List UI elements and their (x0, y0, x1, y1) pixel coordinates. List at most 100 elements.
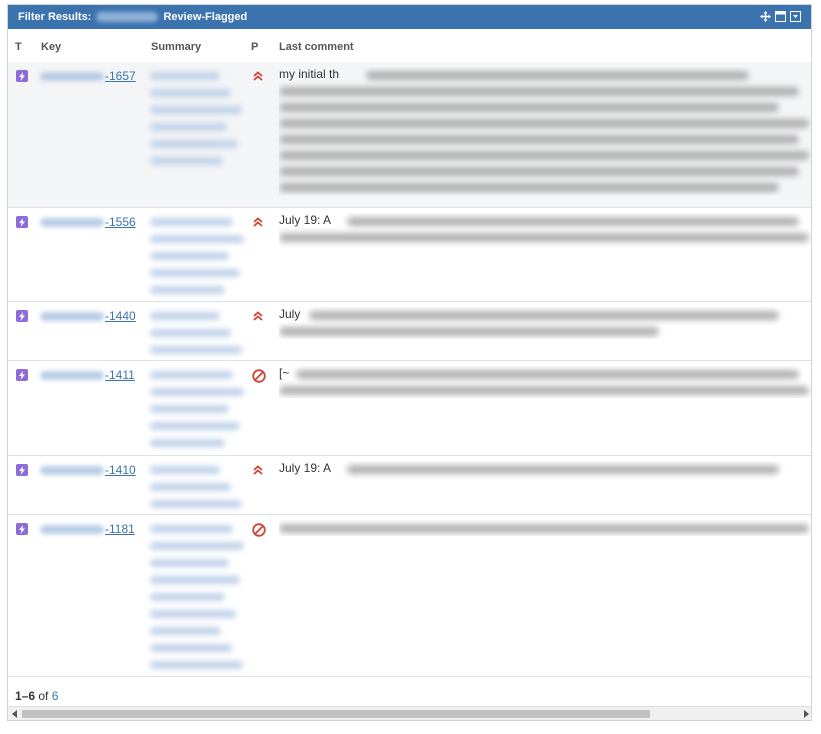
redacted-summary-line (150, 157, 223, 165)
redacted-comment-text (279, 386, 809, 395)
table-row[interactable]: -1556 July 19: A (8, 208, 811, 303)
issue-type-icon (16, 523, 28, 535)
last-comment (279, 520, 811, 536)
redacted-project-key (40, 218, 104, 228)
priority-high-icon (252, 310, 264, 322)
redacted-comment-text (308, 311, 779, 320)
issue-key-link[interactable]: -1657 (40, 69, 136, 83)
priority-blocker-icon (252, 523, 266, 537)
redacted-summary-line (150, 123, 227, 131)
redacted-summary-line (150, 346, 242, 354)
redacted-comment-text (279, 167, 799, 176)
col-type[interactable]: T (15, 41, 22, 53)
redacted-summary-line (150, 627, 221, 635)
issue-key-link[interactable]: -1410 (40, 463, 136, 477)
redacted-summary-line (150, 252, 229, 260)
redacted-summary-line (150, 89, 231, 97)
redacted-project-key (40, 312, 104, 322)
issue-table: T Key Summary P Last comment (8, 29, 811, 64)
last-comment: July 19: A (279, 461, 811, 493)
redacted-comment-text (279, 135, 799, 144)
redacted-comment-text (347, 465, 779, 474)
redacted-comment-text (279, 327, 659, 336)
col-last-comment[interactable]: Last comment (279, 41, 354, 53)
redacted-summary-line (150, 140, 238, 148)
issue-key-link[interactable]: -1556 (40, 215, 136, 229)
redacted-summary-line (150, 661, 243, 669)
redacted-summary-line (150, 312, 220, 320)
last-comment: [~ (279, 366, 811, 398)
redacted-comment-text (295, 370, 799, 379)
issue-summary-link[interactable] (150, 371, 244, 456)
redacted-summary-line (150, 610, 236, 618)
last-comment: July (279, 307, 811, 339)
gadget-title: Filter Results: Review-Flagged (18, 11, 248, 23)
issue-summary-link[interactable] (150, 525, 244, 678)
issue-summary-link[interactable] (150, 312, 242, 363)
col-key[interactable]: Key (41, 41, 61, 53)
redacted-summary-line (150, 405, 229, 413)
redacted-summary-line (150, 235, 244, 243)
issue-key-link[interactable]: -1440 (40, 309, 136, 323)
issue-summary-link[interactable] (150, 466, 242, 517)
redacted-comment-text (279, 103, 779, 112)
redacted-comment-text (279, 524, 809, 533)
issue-type-icon (16, 216, 28, 228)
redacted-summary-line (150, 466, 220, 474)
redacted-summary-line (150, 644, 232, 652)
issue-type-icon (16, 464, 28, 476)
table-header: T Key Summary P Last comment (8, 29, 811, 64)
redacted-summary-line (150, 269, 240, 277)
redacted-comment-text (366, 71, 749, 80)
priority-high-icon (252, 70, 264, 82)
move-icon[interactable] (760, 11, 771, 22)
pagination-summary: 1–6 of 6 (15, 689, 59, 703)
redacted-summary-line (150, 422, 240, 430)
redacted-summary-line (150, 525, 233, 533)
gadget-titlebar: Filter Results: Review-Flagged (8, 5, 811, 29)
total-count-link[interactable]: 6 (52, 689, 59, 703)
table-row[interactable]: -1410 July 19: A (8, 456, 811, 517)
redacted-summary-line (150, 559, 229, 567)
table-row[interactable]: -1440 July (8, 302, 811, 363)
redacted-comment-text (279, 87, 799, 96)
redacted-summary-line (150, 388, 244, 396)
redacted-project-key (40, 371, 104, 381)
priority-high-icon (252, 216, 264, 228)
redacted-summary-line (150, 218, 233, 226)
redacted-summary-line (150, 483, 231, 491)
issue-summary-link[interactable] (150, 218, 244, 303)
last-comment: my initial th (279, 67, 811, 195)
col-priority[interactable]: P (251, 41, 258, 53)
scrollbar-thumb[interactable] (22, 710, 650, 718)
scroll-left-arrow-icon[interactable] (11, 710, 19, 718)
last-comment: July 19: A (279, 213, 811, 277)
table-row[interactable]: -1657 my initial th (8, 62, 811, 208)
table-row[interactable]: -1411 [~ (8, 361, 811, 456)
redacted-project-key (40, 525, 104, 535)
redacted-comment-text (279, 151, 809, 160)
table-row[interactable]: -1181 (8, 515, 811, 678)
redacted-filter-name (96, 12, 159, 23)
redacted-summary-line (150, 106, 242, 114)
col-summary[interactable]: Summary (151, 41, 201, 53)
issue-key-link[interactable]: -1181 (40, 522, 135, 536)
redacted-summary-line (150, 329, 231, 337)
maximize-icon[interactable] (775, 11, 786, 22)
redacted-comment-text (279, 233, 809, 242)
scroll-right-arrow-icon[interactable] (802, 710, 810, 718)
redacted-summary-line (150, 286, 225, 294)
redacted-summary-line (150, 576, 240, 584)
redacted-summary-line (150, 593, 225, 601)
priority-high-icon (252, 464, 264, 476)
menu-icon[interactable] (790, 11, 801, 22)
issue-key-link[interactable]: -1411 (40, 368, 135, 382)
horizontal-scrollbar[interactable] (8, 706, 811, 720)
issue-type-icon (16, 70, 28, 82)
issue-summary-link[interactable] (150, 72, 242, 174)
redacted-summary-line (150, 500, 242, 508)
redacted-comment-text (279, 183, 779, 192)
redacted-summary-line (150, 542, 244, 550)
redacted-comment-text (279, 119, 809, 128)
issue-type-icon (16, 369, 28, 381)
